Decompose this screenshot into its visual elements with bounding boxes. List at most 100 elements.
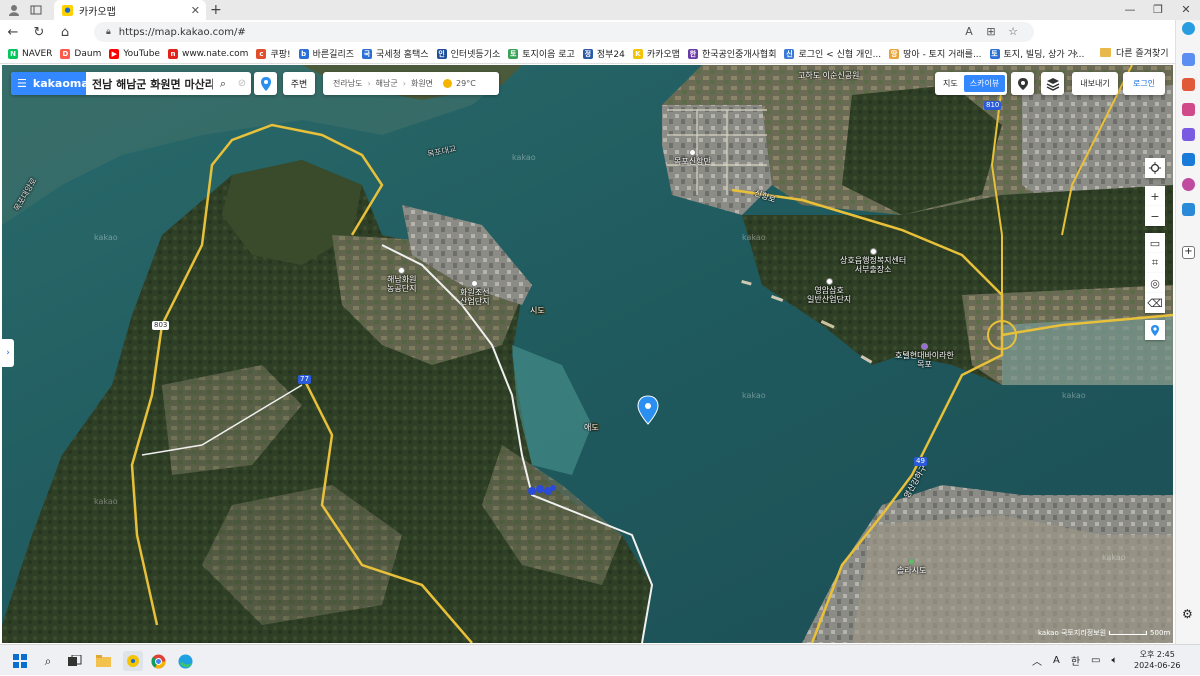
radius-tool-button[interactable]: ◎ xyxy=(1145,273,1165,293)
ime-mode[interactable]: A xyxy=(1053,655,1060,666)
task-view-icon[interactable] xyxy=(67,653,83,669)
bookmark-item[interactable]: 토 토지이음 로고 xyxy=(508,47,575,60)
outlook-icon[interactable] xyxy=(1182,153,1195,166)
weather[interactable]: 29°C xyxy=(443,79,476,88)
breadcrumb-item[interactable]: 전라남도 xyxy=(333,78,362,89)
roadview-button[interactable] xyxy=(1011,72,1034,95)
eraser-button[interactable]: ⌫ xyxy=(1145,293,1165,313)
search-sidebar-icon[interactable] xyxy=(1182,53,1195,66)
bookmark-item[interactable]: N NAVER xyxy=(8,48,53,59)
pin-button[interactable] xyxy=(1145,320,1165,340)
place-label[interactable]: 호텔현대바이라한 목포 xyxy=(895,343,954,369)
bookmark-item[interactable]: n www.nate.com xyxy=(167,48,248,59)
volume-icon[interactable]: 🔈︎ xyxy=(1112,655,1118,666)
place-label[interactable]: 솔라시도 xyxy=(897,558,926,575)
search-input[interactable]: 전남 해남군 화원면 마산리 xyxy=(86,76,213,92)
clock[interactable]: 오후 2:45 2024-06-26 xyxy=(1134,649,1181,671)
minimize-button[interactable]: — xyxy=(1116,0,1144,20)
bookmark-item[interactable]: ▶ YouTube xyxy=(109,48,160,59)
other-bookmarks[interactable]: 다른 즐겨찾기 xyxy=(1100,46,1169,59)
file-explorer-icon[interactable] xyxy=(95,653,111,669)
games-icon[interactable] xyxy=(1182,128,1195,141)
close-tab-icon[interactable]: ✕ xyxy=(191,4,200,17)
zoom-in-button[interactable]: + xyxy=(1145,186,1165,206)
refresh-icon[interactable]: ↻ xyxy=(26,25,52,40)
kakaomap-logo[interactable]: ☰ kakaomap xyxy=(11,72,97,95)
kakao-watermark: kakao xyxy=(94,497,118,506)
kakao-app-icon[interactable] xyxy=(123,651,143,671)
bookmark-item[interactable]: c 쿠팡! xyxy=(256,47,291,60)
tools-icon[interactable] xyxy=(1182,103,1195,116)
read-aloud-icon[interactable]: A xyxy=(958,22,980,42)
battery-icon[interactable]: ▭ xyxy=(1091,655,1100,666)
menu-icon[interactable]: ☰ xyxy=(17,77,27,90)
bookmark-favicon-icon: 국 xyxy=(362,48,373,59)
my-location-button[interactable] xyxy=(1145,158,1165,178)
island-label[interactable]: 애도 xyxy=(584,423,599,432)
area-tool-button[interactable]: ⌗ xyxy=(1145,253,1165,273)
copilot-sidebar-icon[interactable] xyxy=(1182,22,1195,35)
place-label[interactable]: 상호읍행정복지센터 서부출장소 xyxy=(840,248,906,274)
bookmark-label: NAVER xyxy=(22,48,53,59)
bookmark-favicon-icon: K xyxy=(632,48,643,59)
bookmarks-overflow-icon[interactable]: › xyxy=(1074,48,1078,59)
search-box[interactable]: ☰ kakaomap 전남 해남군 화원면 마산리 ⌕ ⊘ xyxy=(11,72,251,95)
bookmark-item[interactable]: 국 국세청 홈택스 xyxy=(362,47,429,60)
edge-icon[interactable] xyxy=(177,653,193,669)
sidebar-settings-icon[interactable]: ⚙ xyxy=(1182,608,1195,621)
drop-icon[interactable] xyxy=(1182,203,1195,216)
poi-cluster-icon[interactable] xyxy=(527,483,557,497)
map-viewport[interactable]: kakao kakao kakao kakao kakao kakao kaka… xyxy=(2,65,1173,643)
place-label[interactable]: 목포신항만 xyxy=(674,149,711,166)
bookmark-item[interactable]: 토 토지, 빌딩, 상가 거... xyxy=(989,47,1084,60)
maximize-button[interactable]: ❐ xyxy=(1144,0,1172,20)
place-label[interactable]: 고하도 이순신공원 xyxy=(798,71,859,80)
new-tab-button[interactable]: + xyxy=(210,2,222,18)
bookmark-item[interactable]: 한 한국공인중개사협회 xyxy=(687,47,776,60)
breadcrumb-item[interactable]: 해남군 xyxy=(376,78,398,89)
map-type-map[interactable]: 지도 xyxy=(937,75,964,92)
m365-icon[interactable] xyxy=(1182,178,1195,191)
map-type-skyview[interactable]: 스카이뷰 xyxy=(963,75,1006,92)
export-button[interactable]: 내보내기 xyxy=(1072,72,1118,95)
url-field[interactable]: 🔒︎ https://map.kakao.com/# xyxy=(94,22,1034,42)
nearby-button[interactable]: 주변 xyxy=(283,72,315,95)
home-icon[interactable]: ⌂ xyxy=(52,25,78,40)
clear-search-icon[interactable]: ⊘ xyxy=(233,78,251,89)
app-available-icon[interactable]: ⊞ xyxy=(980,22,1002,42)
island-label[interactable]: 시도 xyxy=(530,306,545,315)
add-sidebar-icon[interactable]: + xyxy=(1182,246,1195,259)
windows-start-icon[interactable] xyxy=(12,653,28,669)
bookmark-item[interactable]: 땅 땅아 - 토지 거래를... xyxy=(889,47,982,60)
bookmark-item[interactable]: 정 정부24 xyxy=(582,47,625,60)
bookmark-item[interactable]: K 카카오맵 xyxy=(632,47,680,60)
bookmark-item[interactable]: 신 로그인 < 신협 개인... xyxy=(784,47,881,60)
directions-button[interactable] xyxy=(254,72,277,95)
login-button[interactable]: 로그인 xyxy=(1123,72,1165,95)
profile-icon[interactable] xyxy=(6,2,22,18)
place-label[interactable]: 화원조선 산업단지 xyxy=(460,280,489,306)
tab-actions-icon[interactable] xyxy=(28,2,44,18)
compass-icon: ◎ xyxy=(1150,276,1160,290)
chrome-icon[interactable] xyxy=(150,653,166,669)
bookmark-item[interactable]: b 바른길리즈 xyxy=(298,47,354,60)
back-icon[interactable]: ← xyxy=(0,25,26,40)
close-window-button[interactable]: ✕ xyxy=(1172,0,1200,20)
search-icon[interactable]: ⌕ xyxy=(213,77,233,91)
bookmark-item[interactable]: D Daum xyxy=(60,48,101,59)
bookmark-item[interactable]: 인 인터넷등기소 xyxy=(436,47,500,60)
distance-tool-button[interactable]: ▭ xyxy=(1145,233,1165,253)
place-label[interactable]: 영암삼호 일반산업단지 xyxy=(807,278,851,304)
zoom-out-button[interactable]: − xyxy=(1145,206,1165,226)
expand-panel-button[interactable]: › xyxy=(2,339,14,367)
layers-button[interactable] xyxy=(1041,72,1064,95)
tray-overflow-icon[interactable]: ︿ xyxy=(1032,653,1042,668)
search-icon[interactable]: ⌕ xyxy=(40,653,56,669)
shopping-icon[interactable] xyxy=(1182,78,1195,91)
ime-language[interactable]: 한 xyxy=(1071,653,1080,668)
browser-tab[interactable]: ● 카카오맵 ✕ xyxy=(54,0,206,20)
place-label[interactable]: 해남화원 농공단지 xyxy=(387,267,416,293)
favorite-star-icon[interactable]: ☆ xyxy=(1002,22,1024,42)
breadcrumb-item[interactable]: 화원면 xyxy=(411,78,433,89)
location-pin-icon[interactable] xyxy=(637,395,659,425)
